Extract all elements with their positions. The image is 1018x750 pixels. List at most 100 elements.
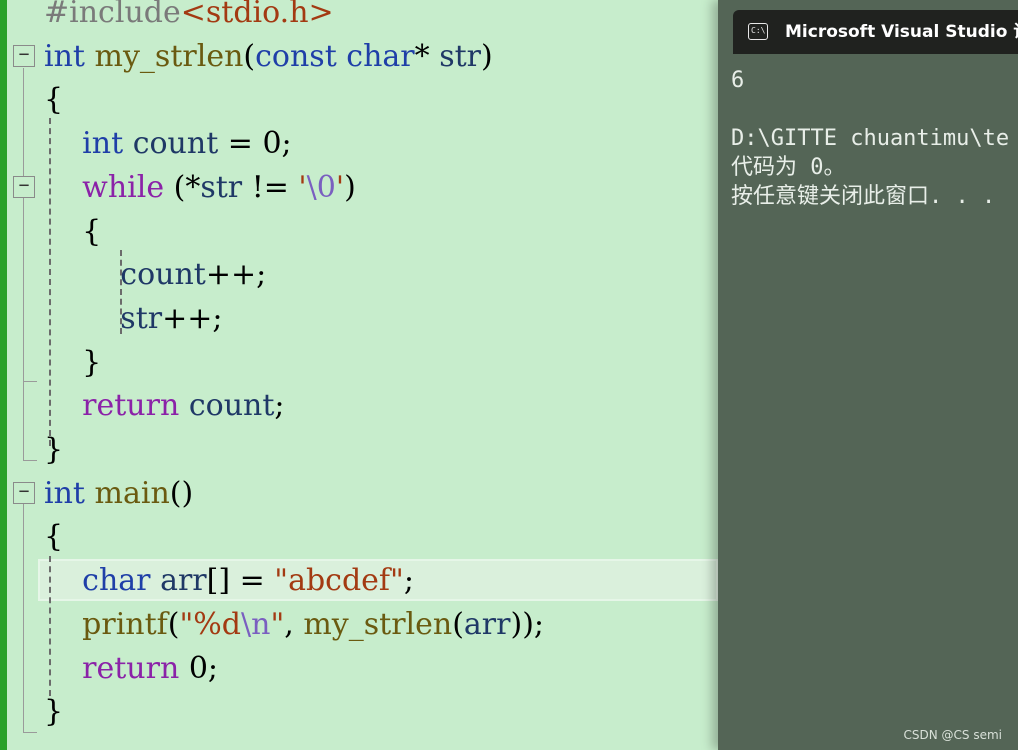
code-line[interactable]: str++; (44, 297, 222, 341)
code-token: \0 (306, 170, 336, 205)
code-token: * (414, 39, 440, 74)
code-token: str (200, 170, 243, 205)
code-token: return (82, 388, 180, 423)
code-token: "%d (179, 607, 242, 642)
code-line[interactable]: } (44, 341, 101, 385)
collapse-toggle-icon[interactable]: − (13, 482, 35, 504)
code-token: #include (44, 0, 181, 30)
code-token: ( (167, 607, 180, 642)
code-token: int (44, 39, 85, 74)
code-line[interactable]: count++; (44, 253, 266, 297)
code-line[interactable]: } (44, 428, 63, 472)
code-token: count (120, 257, 206, 292)
code-token: { (44, 214, 102, 249)
code-line[interactable]: int my_strlen(const char* str) (44, 35, 493, 79)
code-token: [] = (206, 563, 275, 598)
code-token: ++; (162, 301, 223, 336)
code-token: " (270, 607, 285, 642)
code-token: ; (403, 563, 414, 598)
code-line[interactable]: { (44, 78, 63, 122)
code-token: str (439, 39, 481, 74)
code-token: () (169, 476, 194, 511)
code-token: my_strlen (303, 607, 453, 642)
watermark: CSDN @CS semi (903, 728, 1003, 742)
code-token: ' (335, 170, 345, 205)
code-line[interactable]: return 0; (44, 647, 218, 691)
console-title: Microsoft Visual Studio 调试 (785, 22, 1018, 42)
code-token: <stdio.h> (180, 0, 334, 30)
code-token: { (44, 82, 64, 117)
code-token: ; (274, 388, 285, 423)
collapse-toggle-icon[interactable]: − (13, 176, 35, 198)
code-token: )); (510, 607, 545, 642)
debug-console-window[interactable]: C:\ Microsoft Visual Studio 调试 6 D:\GITT… (718, 0, 1018, 750)
outline-line (23, 504, 24, 732)
code-token: "abcdef" (274, 563, 404, 598)
console-output-line: 代码为 0。 (731, 155, 846, 180)
code-line[interactable]: { (44, 210, 101, 254)
code-token: str (120, 301, 163, 336)
console-output-line: 按任意键关闭此窗口. . . (731, 184, 996, 209)
console-output-line: D:\GITTE chuantimu\te (731, 126, 1010, 151)
outline-end (23, 732, 37, 733)
outline-end (23, 460, 37, 461)
code-token: count (188, 388, 275, 423)
code-token: \n (241, 607, 271, 642)
code-token: } (44, 694, 64, 729)
code-line[interactable]: char arr[] = "abcdef"; (44, 559, 414, 603)
collapse-toggle-icon[interactable]: − (13, 45, 35, 67)
code-token: } (44, 432, 64, 467)
code-token: arr (463, 607, 511, 642)
code-line[interactable]: while (*str != '\0') (44, 166, 356, 210)
code-token: printf (82, 607, 168, 642)
code-line[interactable]: int count = 0; (44, 122, 292, 166)
code-token: { (44, 519, 64, 554)
code-token: int (44, 476, 85, 511)
code-token: } (44, 345, 102, 380)
code-line[interactable]: printf("%d\n", my_strlen(arr)); (44, 603, 544, 647)
code-token: ) (481, 39, 493, 74)
code-token: my_strlen (94, 39, 244, 74)
code-token: const (255, 39, 337, 74)
code-token: ) (344, 170, 356, 205)
code-token: ' (298, 170, 307, 205)
code-token: main (94, 476, 170, 511)
code-line[interactable]: } (44, 690, 63, 734)
outline-line (23, 382, 24, 460)
code-token: , (284, 607, 304, 642)
code-line[interactable]: int main() (44, 472, 193, 516)
code-token: arr (160, 563, 207, 598)
terminal-icon: C:\ (748, 23, 768, 40)
code-token: while (82, 170, 165, 205)
code-line[interactable]: { (44, 515, 63, 559)
code-line[interactable]: #include<stdio.h> (44, 0, 334, 35)
code-token: ++; (205, 257, 267, 292)
console-output-line: 6 (731, 68, 745, 93)
code-token: char (82, 563, 151, 598)
code-token: char (346, 39, 415, 74)
code-token: ( (452, 607, 464, 642)
code-line[interactable]: return count; (44, 384, 285, 428)
code-token: (* (164, 170, 201, 205)
code-token: int (82, 126, 124, 161)
code-token: = 0; (218, 126, 292, 161)
outline-line (23, 68, 24, 381)
console-titlebar[interactable]: C:\ Microsoft Visual Studio 调试 (733, 10, 1018, 54)
code-token: return (82, 651, 180, 686)
code-token: != (242, 170, 299, 205)
code-token: ( (243, 39, 256, 74)
code-token: count (132, 126, 219, 161)
